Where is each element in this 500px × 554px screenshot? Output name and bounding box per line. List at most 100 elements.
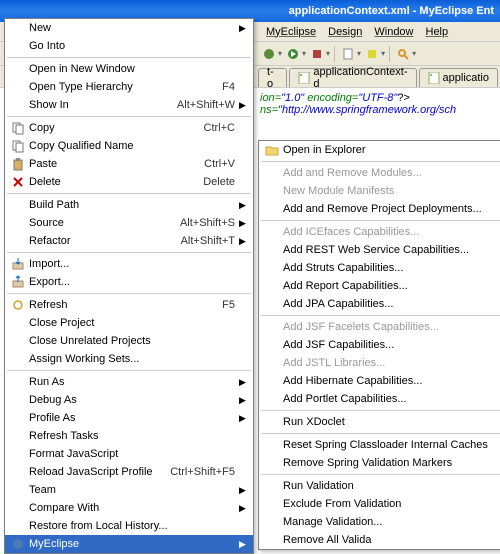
menu-item[interactable]: Build Path▶: [5, 196, 253, 214]
blank-icon: [9, 374, 27, 390]
dropdown-icon[interactable]: ▾: [357, 49, 361, 58]
menu-item[interactable]: Add JSF Capabilities...: [259, 336, 500, 354]
menu-item[interactable]: Format JavaScript: [5, 445, 253, 463]
context-menu-main: New▶Go IntoOpen in New WindowOpen Type H…: [4, 18, 254, 554]
blank-icon: [263, 296, 281, 312]
menu-item-label: Build Path: [27, 199, 235, 211]
menu-item[interactable]: Add Struts Capabilities...: [259, 259, 500, 277]
menu-item[interactable]: Run As▶: [5, 373, 253, 391]
menu-item[interactable]: Assign Working Sets...: [5, 350, 253, 368]
menu-item[interactable]: PasteCtrl+V: [5, 155, 253, 173]
dropdown-icon[interactable]: ▾: [381, 49, 385, 58]
menu-help[interactable]: Help: [420, 25, 455, 39]
menu-item[interactable]: Profile As▶: [5, 409, 253, 427]
blank-icon: [9, 38, 27, 54]
menu-item[interactable]: Add Hibernate Capabilities...: [259, 372, 500, 390]
menu-item-label: New: [27, 22, 235, 34]
menu-item[interactable]: Reload JavaScript ProfileCtrl+Shift+F5: [5, 463, 253, 481]
tool-icon[interactable]: [363, 45, 381, 63]
export-icon: [9, 274, 27, 290]
menu-item-label: Add ICEfaces Capabilities...: [281, 226, 500, 238]
menu-separator: [7, 293, 251, 294]
menu-item-accelerator: Ctrl+C: [204, 122, 239, 134]
menu-myeclipse[interactable]: MyEclipse: [260, 25, 322, 39]
submenu-arrow-icon: ▶: [239, 395, 249, 406]
menu-item[interactable]: Import...: [5, 255, 253, 273]
menu-item-label: Add Struts Capabilities...: [281, 262, 500, 274]
menu-item[interactable]: CopyCtrl+C: [5, 119, 253, 137]
menu-item[interactable]: DeleteDelete: [5, 173, 253, 191]
menu-item[interactable]: Restore from Local History...: [5, 517, 253, 535]
menu-item[interactable]: Add JPA Capabilities...: [259, 295, 500, 313]
blank-icon: [263, 201, 281, 217]
menu-item[interactable]: Remove All Valida: [259, 531, 500, 549]
menu-item[interactable]: Add Portlet Capabilities...: [259, 390, 500, 408]
blank-icon: [9, 79, 27, 95]
menu-item[interactable]: Show InAlt+Shift+W▶: [5, 96, 253, 114]
debug-icon[interactable]: [260, 45, 278, 63]
menu-separator: [261, 474, 500, 475]
menu-item[interactable]: Open in Explorer: [259, 141, 500, 159]
run-icon[interactable]: [284, 45, 302, 63]
menu-item[interactable]: RefreshF5: [5, 296, 253, 314]
dropdown-icon[interactable]: ▾: [412, 49, 416, 58]
menu-item[interactable]: SourceAlt+Shift+S▶: [5, 214, 253, 232]
menu-item[interactable]: Compare With▶: [5, 499, 253, 517]
menu-separator: [261, 410, 500, 411]
menu-item-label: Add JSF Facelets Capabilities...: [281, 321, 500, 333]
menu-item[interactable]: Close Unrelated Projects: [5, 332, 253, 350]
dropdown-icon[interactable]: ▾: [302, 49, 306, 58]
refresh-icon: [9, 297, 27, 313]
menu-item[interactable]: Copy Qualified Name: [5, 137, 253, 155]
menu-separator: [7, 252, 251, 253]
menu-item[interactable]: Add REST Web Service Capabilities...: [259, 241, 500, 259]
menu-item[interactable]: Debug As▶: [5, 391, 253, 409]
menu-item-label: Format JavaScript: [27, 448, 235, 460]
menu-item[interactable]: Open in New Window: [5, 60, 253, 78]
menu-separator: [261, 315, 500, 316]
menu-item[interactable]: Manage Validation...: [259, 513, 500, 531]
blank-icon: [263, 278, 281, 294]
blank-icon: [9, 482, 27, 498]
blank-icon: [263, 532, 281, 548]
tab[interactable]: applicationContext-d: [289, 68, 416, 87]
context-menu-myeclipse: Open in ExplorerAdd and Remove Modules..…: [258, 140, 500, 550]
blank-icon: [9, 518, 27, 534]
blank-icon: [263, 391, 281, 407]
menu-item[interactable]: Close Project: [5, 314, 253, 332]
blank-icon: [9, 20, 27, 36]
dropdown-icon[interactable]: ▾: [326, 49, 330, 58]
menu-item[interactable]: MyEclipse▶: [5, 535, 253, 553]
search-icon[interactable]: [394, 45, 412, 63]
menu-window[interactable]: Window: [368, 25, 419, 39]
menu-item-label: Run XDoclet: [281, 416, 500, 428]
menu-design[interactable]: Design: [322, 25, 368, 39]
menu-item-label: Team: [27, 484, 235, 496]
menu-item[interactable]: Remove Spring Validation Markers: [259, 454, 500, 472]
menu-item[interactable]: New▶: [5, 19, 253, 37]
ext-tools-icon[interactable]: [308, 45, 326, 63]
dropdown-icon[interactable]: ▾: [278, 49, 282, 58]
menu-item[interactable]: Open Type HierarchyF4: [5, 78, 253, 96]
menu-item[interactable]: Add Report Capabilities...: [259, 277, 500, 295]
menu-item[interactable]: Add and Remove Project Deployments...: [259, 200, 500, 218]
tab[interactable]: t-o: [258, 68, 287, 87]
tab[interactable]: applicatio: [419, 68, 498, 87]
menu-item[interactable]: RefactorAlt+Shift+T▶: [5, 232, 253, 250]
menu-item[interactable]: Go Into: [5, 37, 253, 55]
menu-item[interactable]: Reset Spring Classloader Internal Caches: [259, 436, 500, 454]
menu-item-label: Open Type Hierarchy: [27, 81, 222, 93]
blank-icon: [9, 464, 27, 480]
menu-item[interactable]: Team▶: [5, 481, 253, 499]
blank-icon: [9, 351, 27, 367]
menu-item[interactable]: Export...: [5, 273, 253, 291]
menu-item[interactable]: Run Validation: [259, 477, 500, 495]
delete-icon: [9, 174, 27, 190]
menu-item[interactable]: Exclude From Validation: [259, 495, 500, 513]
menu-item[interactable]: Run XDoclet: [259, 413, 500, 431]
menu-item[interactable]: Refresh Tasks: [5, 427, 253, 445]
blank-icon: [263, 514, 281, 530]
menu-item-label: Add Report Capabilities...: [281, 280, 500, 292]
new-icon[interactable]: [339, 45, 357, 63]
blank-icon: [263, 414, 281, 430]
